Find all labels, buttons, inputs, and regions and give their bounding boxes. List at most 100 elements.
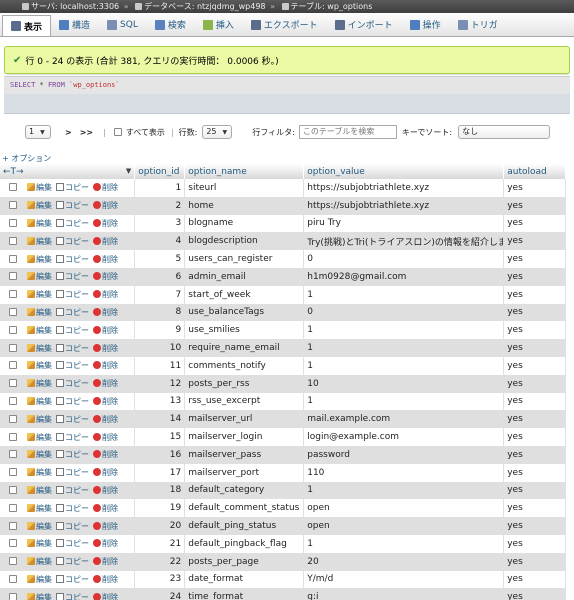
cell-autoload[interactable]: yes (503, 250, 566, 268)
cell-autoload[interactable]: yes (503, 517, 566, 535)
edit-row-button[interactable]: 編集 (27, 396, 52, 406)
cell-option-name[interactable]: blogdescription (184, 232, 305, 251)
cell-autoload[interactable]: yes (503, 392, 566, 411)
options-toggle-link[interactable]: + オプション (2, 153, 51, 164)
row-checkbox[interactable] (9, 272, 17, 281)
delete-row-button[interactable]: 削除 (89, 574, 118, 584)
cell-autoload[interactable]: yes (503, 356, 566, 375)
copy-row-button[interactable]: コピー (52, 218, 89, 228)
edit-row-button[interactable]: 編集 (27, 485, 52, 495)
cell-autoload[interactable]: yes (503, 321, 566, 340)
cell-autoload[interactable]: yes (503, 445, 566, 464)
delete-row-button[interactable]: 削除 (89, 592, 118, 600)
copy-row-button[interactable]: コピー (52, 432, 89, 442)
row-checkbox[interactable] (9, 183, 17, 192)
edit-row-button[interactable]: 編集 (27, 521, 52, 531)
cell-option-value[interactable]: 1 (303, 481, 505, 500)
edit-row-button[interactable]: 編集 (27, 218, 52, 228)
cell-option-name[interactable]: use_balanceTags (184, 303, 305, 322)
cell-option-id[interactable]: 2 (134, 196, 186, 215)
cell-option-id[interactable]: 17 (134, 463, 186, 482)
cell-option-value[interactable]: h1m0928@gmail.com (303, 267, 505, 286)
cell-option-value[interactable]: 20 (303, 552, 505, 571)
edit-row-button[interactable]: 編集 (27, 432, 52, 442)
cell-option-name[interactable]: admin_email (184, 267, 305, 286)
cell-option-id[interactable]: 19 (134, 499, 186, 518)
edit-row-button[interactable]: 編集 (27, 290, 52, 299)
tab-sql[interactable]: SQL (99, 13, 147, 36)
cell-option-id[interactable]: 14 (134, 410, 186, 429)
edit-row-button[interactable]: 編集 (27, 183, 52, 192)
column-header-option-name[interactable]: option_name (184, 164, 305, 179)
cell-autoload[interactable]: yes (503, 303, 566, 322)
cell-option-name[interactable]: default_pingback_flag (184, 534, 305, 553)
copy-row-button[interactable]: コピー (52, 485, 89, 495)
cell-option-name[interactable]: mailserver_login (184, 428, 305, 446)
row-checkbox[interactable] (9, 503, 17, 512)
cell-option-id[interactable]: 21 (134, 534, 186, 553)
cell-option-name[interactable]: siteurl (184, 179, 305, 197)
row-checkbox[interactable] (9, 379, 17, 388)
delete-row-button[interactable]: 削除 (89, 539, 118, 548)
edit-row-button[interactable]: 編集 (27, 254, 52, 264)
cell-autoload[interactable]: yes (503, 463, 566, 482)
copy-row-button[interactable]: コピー (52, 557, 89, 566)
row-checkbox[interactable] (9, 574, 17, 583)
tab-browse[interactable]: 表示 (2, 15, 52, 36)
delete-row-button[interactable]: 削除 (89, 485, 118, 495)
copy-row-button[interactable]: コピー (52, 539, 89, 548)
cell-option-value[interactable]: 0 (303, 303, 505, 322)
delete-row-button[interactable]: 削除 (89, 361, 118, 370)
copy-row-button[interactable]: コピー (52, 521, 89, 531)
delete-row-button[interactable]: 削除 (89, 396, 118, 406)
cell-option-name[interactable]: time_format (184, 588, 305, 600)
cell-option-id[interactable]: 5 (134, 250, 186, 268)
delete-row-button[interactable]: 削除 (89, 290, 118, 299)
copy-row-button[interactable]: コピー (52, 272, 89, 281)
delete-row-button[interactable]: 削除 (89, 450, 118, 459)
row-checkbox[interactable] (9, 290, 17, 299)
delete-row-button[interactable]: 削除 (89, 236, 118, 246)
cell-option-id[interactable]: 13 (134, 392, 186, 411)
edit-row-button[interactable]: 編集 (27, 272, 52, 281)
cell-option-name[interactable]: home (184, 196, 305, 215)
tab-triggers[interactable]: トリガ (450, 13, 507, 36)
cell-option-value[interactable]: 1 (303, 321, 505, 340)
edit-row-button[interactable]: 編集 (27, 468, 52, 477)
tab-import[interactable]: インポート (327, 13, 402, 36)
copy-row-button[interactable]: コピー (52, 307, 89, 317)
row-checkbox[interactable] (9, 521, 17, 530)
delete-row-button[interactable]: 削除 (89, 557, 118, 566)
row-checkbox[interactable] (9, 307, 17, 316)
cell-autoload[interactable]: yes (503, 339, 566, 357)
cell-option-value[interactable]: 1 (303, 285, 505, 304)
show-all-checkbox[interactable] (113, 128, 122, 136)
cell-option-id[interactable]: 24 (134, 588, 186, 600)
cell-option-value[interactable]: open (303, 517, 505, 535)
cell-option-name[interactable]: posts_per_rss (184, 374, 305, 393)
edit-row-button[interactable]: 編集 (27, 557, 52, 566)
copy-row-button[interactable]: コピー (52, 290, 89, 299)
cell-option-id[interactable]: 12 (134, 374, 186, 393)
cell-option-id[interactable]: 16 (134, 445, 186, 464)
delete-row-button[interactable]: 削除 (89, 254, 118, 264)
cell-autoload[interactable]: yes (503, 428, 566, 446)
edit-row-button[interactable]: 編集 (27, 236, 52, 246)
cell-autoload[interactable]: yes (503, 267, 566, 286)
copy-row-button[interactable]: コピー (52, 361, 89, 370)
row-checkbox[interactable] (9, 201, 17, 210)
copy-row-button[interactable]: コピー (52, 379, 89, 388)
delete-row-button[interactable]: 削除 (89, 503, 118, 513)
cell-option-id[interactable]: 1 (134, 179, 186, 197)
column-arrows[interactable]: ←T→ (3, 167, 24, 177)
delete-row-button[interactable]: 削除 (89, 183, 118, 192)
cell-autoload[interactable]: yes (503, 179, 566, 197)
delete-row-button[interactable]: 削除 (89, 343, 118, 353)
cell-option-name[interactable]: comments_notify (184, 356, 305, 375)
copy-row-button[interactable]: コピー (52, 236, 89, 246)
edit-row-button[interactable]: 編集 (27, 450, 52, 459)
copy-row-button[interactable]: コピー (52, 592, 89, 600)
edit-row-button[interactable]: 編集 (27, 307, 52, 317)
cell-option-value[interactable]: password (303, 445, 505, 464)
tab-operations[interactable]: 操作 (402, 13, 450, 36)
